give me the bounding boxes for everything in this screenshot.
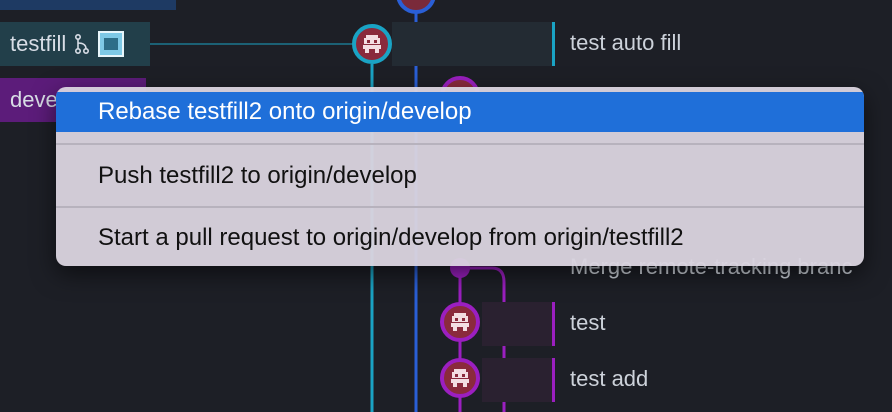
menu-separator bbox=[56, 206, 864, 208]
floppy-disk-icon[interactable] bbox=[98, 31, 125, 57]
commit-row-bg bbox=[392, 22, 555, 66]
commit-message[interactable]: test bbox=[570, 310, 605, 336]
top-commit-node-partial bbox=[396, 0, 436, 14]
menu-separator bbox=[56, 143, 864, 145]
context-menu: Rebase testfill2 onto origin/develop Pus… bbox=[56, 87, 864, 266]
branch-tag-label: deve bbox=[10, 87, 58, 112]
menu-item-rebase[interactable]: Rebase testfill2 onto origin/develop bbox=[56, 92, 864, 132]
commit-row-bg bbox=[482, 302, 555, 346]
commit-message[interactable]: test add bbox=[570, 366, 648, 392]
avatar-icon bbox=[451, 313, 469, 331]
menu-item-pull-request[interactable]: Start a pull request to origin/develop f… bbox=[56, 215, 864, 261]
avatar-icon bbox=[451, 369, 469, 387]
avatar-icon bbox=[363, 35, 381, 53]
branch-tag-label: testfill bbox=[10, 31, 67, 56]
avatar[interactable] bbox=[352, 24, 392, 64]
menu-item-push[interactable]: Push testfill2 to origin/develop bbox=[56, 153, 864, 199]
commit-row-bg bbox=[482, 358, 555, 402]
commit-message[interactable]: test auto fill bbox=[570, 30, 681, 56]
git-branch-icon bbox=[74, 33, 90, 55]
branch-tag-testfill[interactable]: testfill bbox=[0, 22, 150, 66]
avatar[interactable] bbox=[440, 302, 480, 342]
avatar[interactable] bbox=[440, 358, 480, 398]
